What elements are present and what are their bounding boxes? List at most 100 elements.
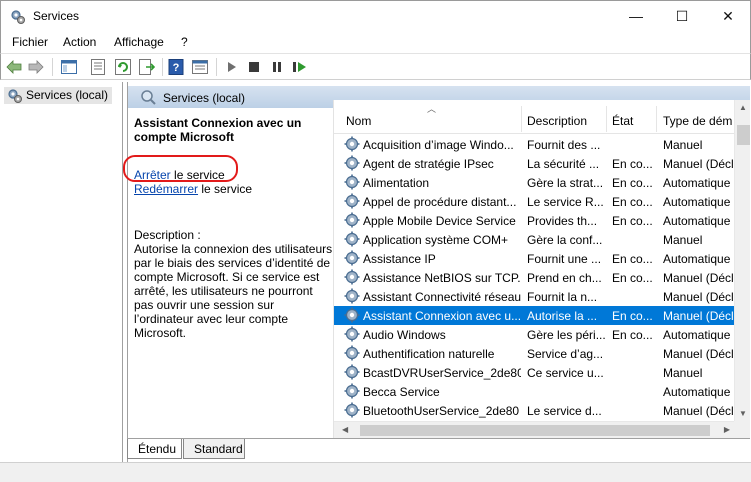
cell-startup-type: Manuel (Décl bbox=[663, 157, 734, 171]
show-hide-console-tree-icon[interactable] bbox=[60, 58, 78, 76]
menu-affichage[interactable]: Affichage bbox=[114, 35, 164, 49]
sort-ascending-icon: ︿ bbox=[427, 104, 437, 114]
cell-startup-type: Manuel (Décl bbox=[663, 290, 734, 304]
vertical-scrollbar[interactable]: ▲ ▼ bbox=[734, 100, 750, 421]
back-arrow-icon[interactable] bbox=[5, 58, 23, 76]
service-gear-icon bbox=[344, 345, 360, 361]
table-row[interactable]: Apple Mobile Device Service Provides th..… bbox=[334, 211, 734, 230]
scroll-thumb[interactable] bbox=[360, 425, 710, 436]
scroll-right-icon[interactable]: ▶ bbox=[724, 425, 730, 434]
close-button[interactable]: ✕ bbox=[705, 1, 751, 31]
column-header-name[interactable]: Nom bbox=[346, 114, 371, 128]
scroll-up-icon[interactable]: ▲ bbox=[739, 103, 747, 112]
table-row[interactable]: Assistance NetBIOS sur TCP... Prend en ch… bbox=[334, 268, 734, 287]
properties-icon[interactable] bbox=[89, 58, 107, 76]
column-header-state[interactable]: État bbox=[612, 114, 633, 128]
selected-service-title: Assistant Connexion avec un compte Micro… bbox=[134, 116, 302, 144]
cell-startup-type: Manuel (Décl bbox=[663, 309, 734, 323]
service-gear-icon bbox=[344, 402, 360, 418]
list-header: ︿ Nom Description État Type de dém bbox=[334, 100, 750, 134]
table-row[interactable]: Authentification naturelle Service d’ag..… bbox=[334, 344, 734, 363]
red-highlight-annotation bbox=[123, 155, 238, 182]
cell-name: BcastDVRUserService_2de80 bbox=[363, 366, 521, 380]
table-row[interactable]: Appel de procédure distant... Le service … bbox=[334, 192, 734, 211]
service-gear-icon bbox=[344, 136, 360, 152]
stop-service-icon[interactable] bbox=[245, 58, 263, 76]
cell-name: Audio Windows bbox=[363, 328, 446, 342]
service-gear-icon bbox=[344, 307, 360, 323]
services-gear-icon bbox=[11, 10, 25, 24]
tab-standard[interactable]: Standard bbox=[183, 439, 245, 459]
column-header-description[interactable]: Description bbox=[527, 114, 587, 128]
menu-fichier[interactable]: Fichier bbox=[12, 35, 48, 49]
table-row[interactable]: Agent de stratégie IPsec La sécurité ... E… bbox=[334, 154, 734, 173]
restart-service-link[interactable]: Redémarrer bbox=[134, 182, 198, 196]
cell-description: Fournit des ... bbox=[527, 138, 601, 152]
horizontal-scrollbar[interactable]: ◀ ▶ bbox=[334, 421, 734, 438]
table-row[interactable]: Assistant Connexion avec u... Autorise la… bbox=[334, 306, 734, 325]
search-services-icon bbox=[141, 90, 156, 105]
menu-help[interactable]: ? bbox=[181, 35, 188, 49]
table-row[interactable]: Alimentation Gère la strat... En co... Auto… bbox=[334, 173, 734, 192]
view-tabs: Étendu Standard bbox=[127, 438, 750, 462]
restart-service-icon[interactable] bbox=[291, 58, 309, 76]
column-header-startup-type[interactable]: Type de dém bbox=[663, 114, 732, 128]
svg-text:?: ? bbox=[173, 62, 180, 74]
cell-name: Assistance IP bbox=[363, 252, 436, 266]
table-row[interactable]: Becca Service Automatique bbox=[334, 382, 734, 401]
cell-startup-type: Manuel (Décl bbox=[663, 404, 734, 418]
scroll-corner bbox=[734, 421, 750, 438]
table-row[interactable]: BcastDVRUserService_2de80 Ce service u...… bbox=[334, 363, 734, 382]
cell-name: Alimentation bbox=[363, 176, 430, 190]
table-row[interactable]: Audio Windows Gère les péri... En co... Aut… bbox=[334, 325, 734, 344]
cell-name: Assistant Connectivité réseau bbox=[363, 290, 521, 304]
view-icon[interactable] bbox=[191, 58, 209, 76]
toolbar-separator bbox=[162, 58, 163, 76]
cell-description: Fournit une ... bbox=[527, 252, 602, 266]
table-row[interactable]: Assistance IP Fournit une ... En co... Auto… bbox=[334, 249, 734, 268]
cell-startup-type: Manuel (Décl bbox=[663, 347, 734, 361]
service-gear-icon bbox=[344, 383, 360, 399]
forward-arrow-icon[interactable] bbox=[27, 58, 45, 76]
toolbar-separator bbox=[216, 58, 217, 76]
column-separator[interactable] bbox=[656, 106, 657, 132]
tree-node-services-local[interactable]: Services (local) bbox=[4, 87, 113, 104]
help-icon[interactable]: ? bbox=[167, 58, 185, 76]
cell-state: En co... bbox=[612, 309, 653, 323]
cell-state: En co... bbox=[612, 157, 653, 171]
cell-description: Prend en ch... bbox=[527, 271, 602, 285]
scroll-thumb[interactable] bbox=[737, 125, 750, 145]
table-row[interactable]: Assistant Connectivité réseau Fournit la … bbox=[334, 287, 734, 306]
title-bar: Services — ☐ ✕ bbox=[0, 0, 751, 31]
tab-extended[interactable]: Étendu bbox=[127, 439, 182, 459]
cell-description: Le service d... bbox=[527, 404, 602, 418]
minimize-button[interactable]: — bbox=[613, 1, 659, 31]
export-list-icon[interactable] bbox=[138, 58, 156, 76]
cell-startup-type: Automatique bbox=[663, 385, 731, 399]
cell-description: Autorise la ... bbox=[527, 309, 598, 323]
scroll-left-icon[interactable]: ◀ bbox=[342, 425, 348, 434]
cell-description: Service d’ag... bbox=[527, 347, 604, 361]
table-row[interactable]: BluetoothUserService_2de80 Le service d..… bbox=[334, 401, 734, 420]
column-separator[interactable] bbox=[521, 106, 522, 132]
cell-name: BluetoothUserService_2de80 bbox=[363, 404, 520, 418]
scroll-down-icon[interactable]: ▼ bbox=[739, 409, 747, 418]
column-separator[interactable] bbox=[606, 106, 607, 132]
refresh-icon[interactable] bbox=[114, 58, 132, 76]
table-row[interactable]: Application système COM+ Gère la conf... M… bbox=[334, 230, 734, 249]
menu-action[interactable]: Action bbox=[63, 35, 96, 49]
cell-description: La sécurité ... bbox=[527, 157, 600, 171]
cell-name: Application système COM+ bbox=[363, 233, 509, 247]
table-row[interactable]: Acquisition d’image Windo... Fournit des … bbox=[334, 135, 734, 154]
cell-name: Agent de stratégie IPsec bbox=[363, 157, 494, 171]
cell-name: Appel de procédure distant... bbox=[363, 195, 517, 209]
start-service-icon[interactable] bbox=[223, 58, 241, 76]
cell-name: Becca Service bbox=[363, 385, 440, 399]
pause-service-icon[interactable] bbox=[268, 58, 286, 76]
cell-state: En co... bbox=[612, 214, 653, 228]
cell-startup-type: Manuel bbox=[663, 366, 703, 380]
cell-state: En co... bbox=[612, 195, 653, 209]
cell-startup-type: Automatique bbox=[663, 214, 731, 228]
maximize-button[interactable]: ☐ bbox=[659, 1, 705, 31]
cell-name: Assistance NetBIOS sur TCP... bbox=[363, 271, 521, 285]
